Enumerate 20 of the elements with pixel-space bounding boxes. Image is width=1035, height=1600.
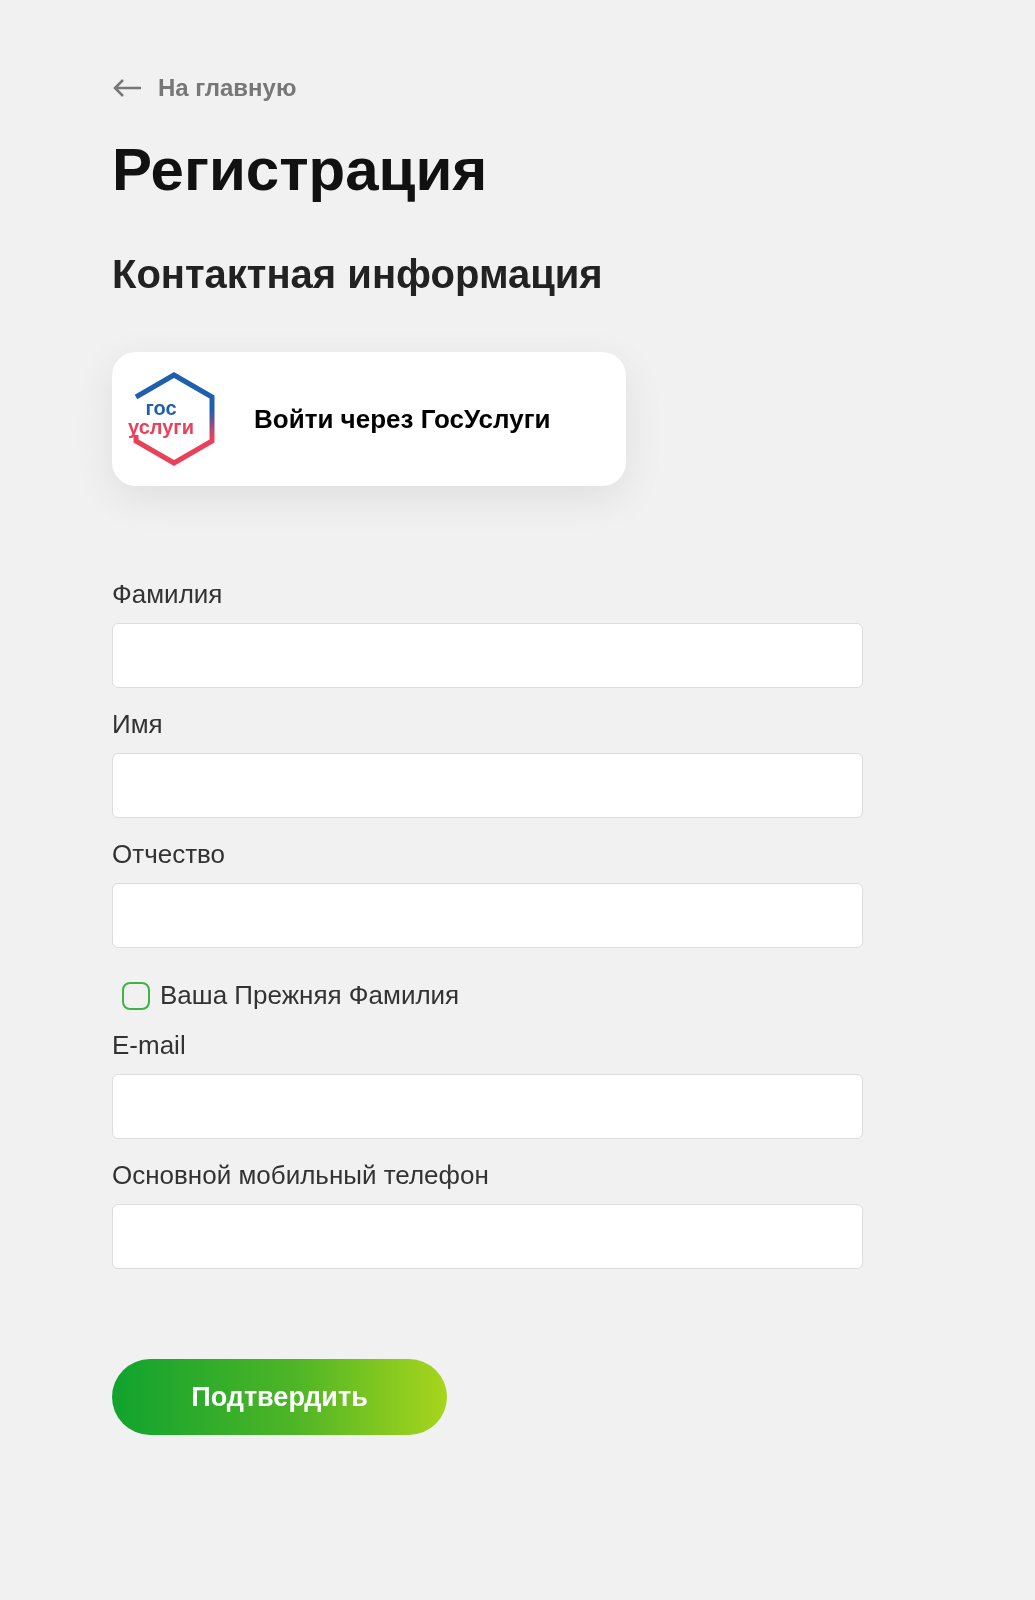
checkbox[interactable]: [122, 981, 150, 1010]
field-label: Отчество: [112, 838, 227, 870]
field-label: Основной мобильный телефон: [112, 1159, 490, 1191]
input-field[interactable]: [112, 883, 863, 948]
logo-text: услуги: [128, 418, 194, 437]
logo-text: гос: [144, 399, 178, 418]
input-field[interactable]: [112, 753, 863, 818]
field-label: Фамилия: [112, 578, 224, 610]
input-field[interactable]: [112, 623, 863, 688]
input-field[interactable]: [112, 1204, 863, 1269]
input-field[interactable]: [112, 1074, 863, 1139]
page-title: Регистрация: [112, 140, 488, 200]
gosuslugi-button[interactable]: гос услуги Войти через ГосУслуги: [112, 352, 626, 486]
arrow-left-icon: [112, 78, 142, 98]
back-link[interactable]: На главную: [112, 72, 297, 104]
field-label: E-mail: [112, 1029, 187, 1061]
checkbox-label: Ваша Прежняя Фамилия: [160, 979, 460, 1012]
field-label: Имя: [112, 708, 164, 740]
section-title: Контактная информация: [112, 254, 603, 294]
submit-button[interactable]: Подтвердить: [112, 1359, 447, 1435]
